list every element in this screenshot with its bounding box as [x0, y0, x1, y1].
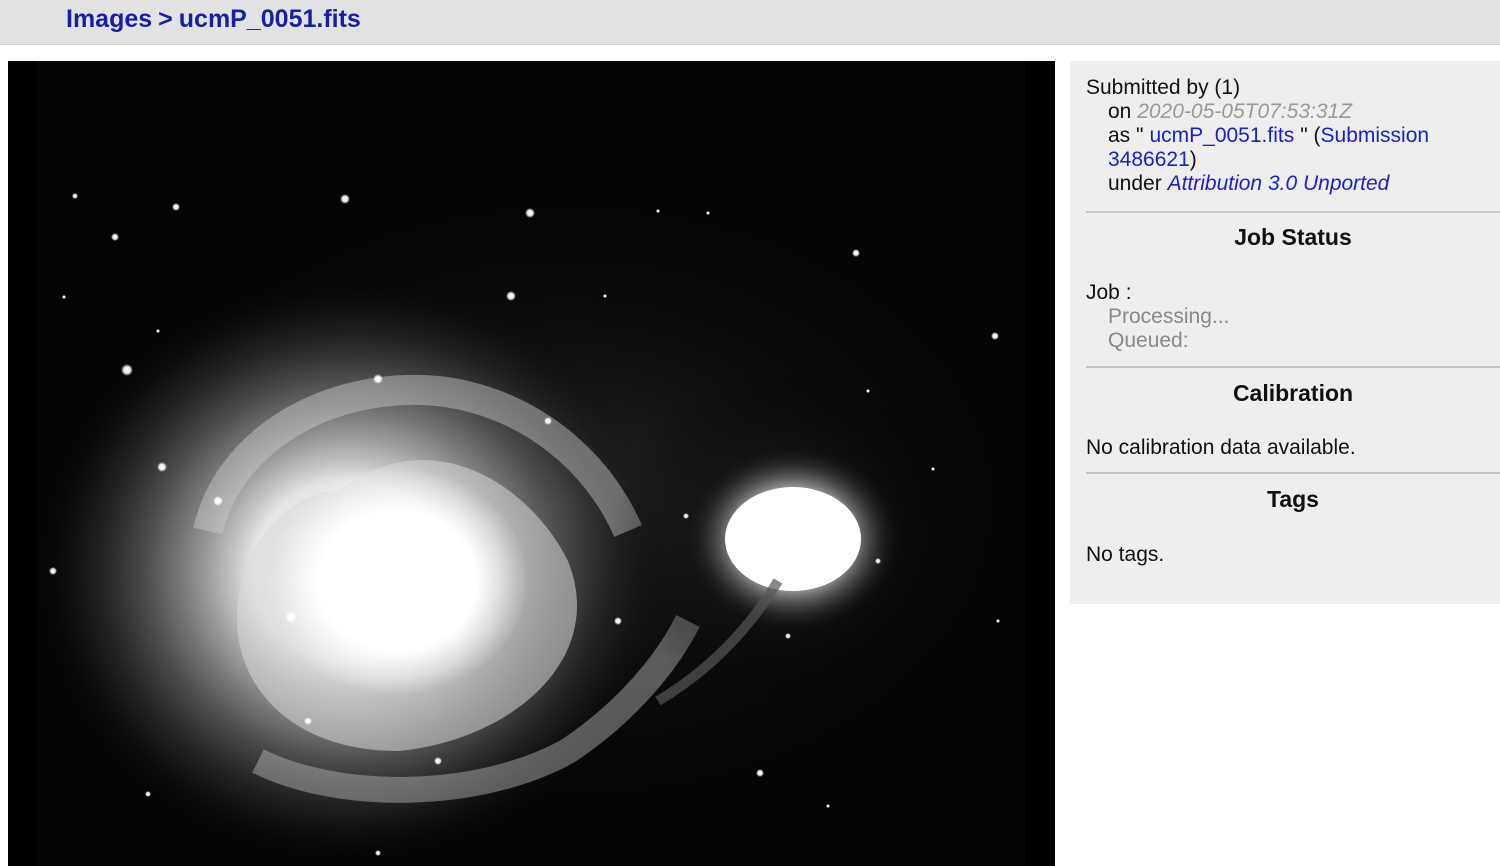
galaxy-image-canvas	[8, 61, 1055, 866]
calibration-heading: Calibration	[1232, 380, 1354, 406]
calibration-text: No calibration data available.	[1086, 436, 1356, 459]
breadcrumb-current-link[interactable]: ucmP_0051.fits	[179, 5, 361, 33]
job-status-section: Job : Processing... Queued:	[1086, 281, 1500, 353]
submission-link[interactable]: Submission	[1321, 124, 1430, 147]
divider	[1086, 211, 1500, 213]
breadcrumb-separator: >	[158, 5, 173, 33]
on-label: on	[1108, 100, 1132, 123]
license-link[interactable]: Attribution 3.0 Unported	[1168, 172, 1390, 195]
submission-date: 2020-05-05T07:53:31Z	[1137, 100, 1353, 123]
close-paren: )	[1189, 148, 1197, 171]
job-status-heading: Job Status	[1234, 224, 1352, 250]
job-processing: Processing...	[1108, 305, 1230, 328]
top-bar: Images > ucmP_0051.fits	[0, 0, 1500, 45]
calibration-section: No calibration data available.	[1086, 436, 1500, 460]
submitted-as-line: as " ucmP_0051.fits " (Submission	[1086, 124, 1500, 148]
submission-info: Submitted by (1) on 2020-05-05T07:53:31Z…	[1086, 76, 1500, 196]
breadcrumb-images-link[interactable]: Images	[66, 5, 152, 33]
tags-text: No tags.	[1086, 543, 1165, 566]
as-label: as "	[1108, 124, 1144, 147]
submission-link-id[interactable]: 3486621	[1108, 148, 1190, 171]
filename-link[interactable]: ucmP_0051.fits	[1149, 124, 1294, 147]
submitter: (1)	[1214, 76, 1241, 99]
tags-heading: Tags	[1267, 486, 1319, 512]
breadcrumb: Images > ucmP_0051.fits	[66, 5, 361, 34]
divider	[1086, 472, 1500, 474]
tags-section: No tags.	[1086, 543, 1500, 567]
license-line: under Attribution 3.0 Unported	[1086, 172, 1500, 196]
divider	[1086, 366, 1500, 368]
under-label: under	[1108, 172, 1162, 195]
submitted-by-label: Submitted by	[1086, 76, 1209, 99]
job-queued: Queued:	[1108, 329, 1189, 352]
as-close: " (	[1300, 124, 1321, 147]
submitted-on-line: on 2020-05-05T07:53:31Z	[1086, 100, 1500, 124]
submitted-by-line: Submitted by (1)	[1086, 76, 1500, 100]
job-label: Job :	[1086, 281, 1132, 304]
submission-id-line: 3486621)	[1086, 148, 1500, 172]
info-sidebar: Submitted by (1) on 2020-05-05T07:53:31Z…	[1070, 61, 1500, 604]
galaxy-image	[8, 61, 1055, 866]
